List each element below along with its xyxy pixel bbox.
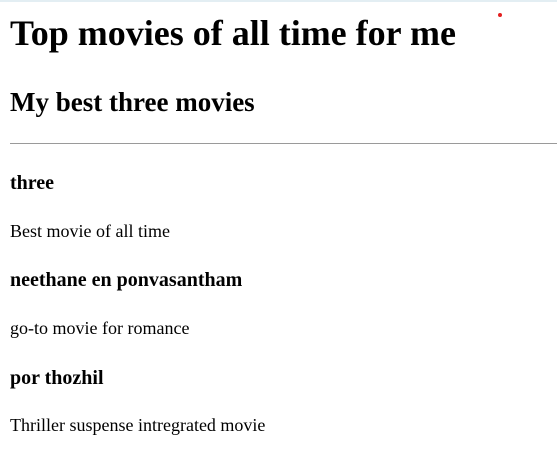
page-subtitle: My best three movies xyxy=(10,87,255,117)
page-title: Top movies of all time for me xyxy=(10,13,456,53)
movie-description: Best movie of all time xyxy=(10,221,170,241)
movie-title: neethane en ponvasantham xyxy=(10,269,243,291)
movie-title: por thozhil xyxy=(10,367,104,389)
movie-title: three xyxy=(10,172,55,194)
movie-description: Thriller suspense intregrated movie xyxy=(10,415,266,435)
red-dot-marker xyxy=(498,13,502,17)
movie-description: go-to movie for romance xyxy=(10,318,190,338)
divider xyxy=(10,143,557,144)
top-border xyxy=(0,0,557,2)
